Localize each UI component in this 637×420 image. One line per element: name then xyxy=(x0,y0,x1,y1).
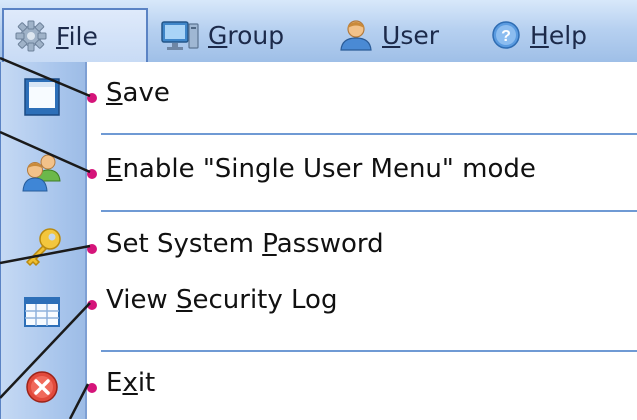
menu-item-view-security-log[interactable]: View Security Log xyxy=(1,279,637,345)
callout-dot xyxy=(87,169,97,179)
exit-icon xyxy=(26,371,58,403)
menu-help-label: Help xyxy=(530,20,588,50)
menu-item-set-system-password[interactable]: Set System Password xyxy=(1,215,637,281)
help-icon: ? xyxy=(492,21,520,49)
menu-item-set-system-password-label: Set System Password xyxy=(106,229,384,259)
monitor-icon xyxy=(161,21,199,50)
users-icon xyxy=(22,154,61,192)
menu-file[interactable]: File xyxy=(2,8,148,62)
callout-dot xyxy=(87,244,97,254)
callout-dot xyxy=(87,383,97,393)
user-icon xyxy=(340,20,372,51)
menu-item-exit-label: Exit xyxy=(106,368,156,398)
menu-user[interactable]: User xyxy=(338,8,439,62)
key-icon xyxy=(25,228,61,267)
menu-item-save[interactable]: Save xyxy=(1,64,637,130)
menu-bar: File Group User ? Help xyxy=(0,0,637,68)
menu-item-save-label: Save xyxy=(106,78,170,108)
menu-item-exit[interactable]: Exit xyxy=(1,354,637,420)
svg-text:?: ? xyxy=(501,28,511,45)
menu-separator xyxy=(101,350,637,352)
menu-separator xyxy=(101,210,637,212)
callout-dot xyxy=(87,93,97,103)
callout-dot xyxy=(87,300,97,310)
menu-item-single-user-mode-label: Enable "Single User Menu" mode xyxy=(106,154,536,184)
menu-group[interactable]: Group xyxy=(160,8,284,62)
save-icon xyxy=(24,78,60,116)
menu-group-label: Group xyxy=(208,20,285,50)
menu-item-view-security-log-label: View Security Log xyxy=(106,285,338,315)
file-dropdown-menu: Save Enable "Single User Menu" mode Set … xyxy=(0,62,637,419)
menu-help[interactable]: ? Help xyxy=(490,8,587,62)
menu-item-single-user-mode[interactable]: Enable "Single User Menu" mode xyxy=(1,140,637,206)
gear-icon xyxy=(15,20,47,52)
log-icon xyxy=(24,297,60,327)
menu-separator xyxy=(101,133,637,135)
menu-user-label: User xyxy=(382,20,439,50)
menu-file-label: File xyxy=(56,21,98,51)
